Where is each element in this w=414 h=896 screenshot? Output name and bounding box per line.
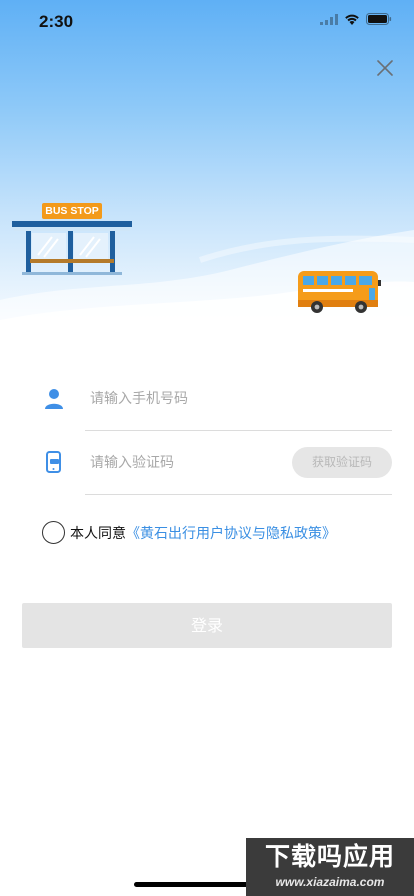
wifi-icon: [345, 14, 359, 25]
phone-input[interactable]: [90, 384, 290, 414]
signal-icon: [320, 13, 338, 25]
login-button[interactable]: 登录: [22, 603, 392, 648]
code-row: 获取验证码: [40, 440, 392, 495]
agreement-prefix: 本人同意: [70, 525, 126, 542]
agreement-row: 本人同意 《黄石出行用户协议与隐私政策》: [42, 520, 336, 545]
status-icons: [320, 13, 392, 25]
agreement-link[interactable]: 《黄石出行用户协议与隐私政策》: [126, 523, 336, 543]
close-button[interactable]: [373, 56, 397, 80]
code-divider: [85, 494, 392, 495]
battery-icon: [366, 13, 392, 25]
phone-divider: [85, 430, 392, 431]
user-icon: [45, 389, 63, 409]
code-input[interactable]: [90, 448, 290, 478]
watermark-url: www.xiazaima.com: [275, 875, 385, 889]
hero-banner: 2:30 BUS STOP: [0, 0, 414, 345]
agree-radio[interactable]: [42, 521, 65, 544]
bus-stop-illustration: BUS STOP: [12, 203, 134, 275]
status-time: 2:30: [39, 12, 74, 31]
get-code-button[interactable]: 获取验证码: [292, 447, 392, 478]
bus-stop-shelter: [12, 221, 132, 275]
watermark: 下载吗应用 www.xiazaima.com: [246, 838, 414, 896]
bus-illustration: [298, 271, 381, 313]
close-icon: [377, 60, 393, 76]
watermark-title: 下载吗应用: [264, 842, 395, 871]
status-bar: 2:30: [0, 0, 414, 44]
phone-row: [40, 376, 392, 431]
phone-sms-icon: [46, 451, 61, 473]
